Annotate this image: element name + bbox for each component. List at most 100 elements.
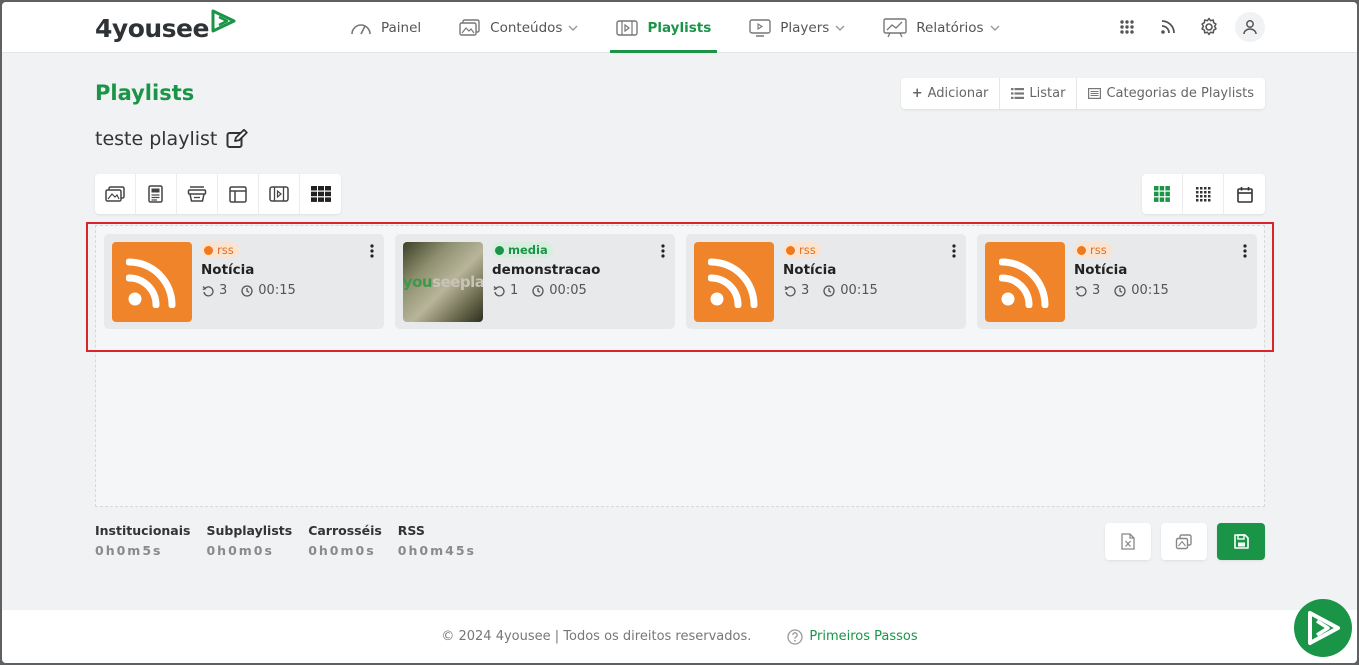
rss-icon xyxy=(708,258,758,308)
rss-thumbnail xyxy=(694,242,774,322)
duration-summary: Institucionais 0h0m5s Subplaylists 0h0m0… xyxy=(95,523,492,558)
category-icon xyxy=(1088,88,1102,99)
logo-play-icon xyxy=(1308,611,1340,645)
nav-item-label: Painel xyxy=(381,19,422,36)
item-title: Notícia xyxy=(783,262,837,278)
chevron-down-icon xyxy=(990,25,1000,31)
nav-item-players[interactable]: Players xyxy=(747,2,847,53)
nav-item-relatorios[interactable]: Relatórios xyxy=(881,2,1001,53)
nav-item-painel[interactable]: Painel xyxy=(348,2,423,53)
badge-dot xyxy=(495,245,504,255)
brand-name: 4yousee xyxy=(95,14,209,43)
repeat-value: 1 xyxy=(510,283,519,298)
add-carousel-button[interactable] xyxy=(177,174,218,214)
add-subplaylist-button[interactable] xyxy=(259,174,300,214)
type-badge: media xyxy=(492,242,553,258)
edit-icon[interactable] xyxy=(226,129,249,149)
add-widgets-button[interactable] xyxy=(300,174,341,214)
help-icon xyxy=(787,628,804,645)
summary-value: 0h0m0s xyxy=(206,543,274,558)
grid-small-icon xyxy=(1195,186,1210,201)
playlist-item-card[interactable]: rss Notícia 3 00:15 xyxy=(104,234,384,329)
type-badge: rss xyxy=(201,242,239,258)
chevron-down-icon xyxy=(835,25,845,31)
settings-button[interactable] xyxy=(1194,12,1224,42)
more-options-icon[interactable] xyxy=(952,244,956,258)
duplicate-button[interactable] xyxy=(1161,523,1207,560)
add-button-label: Adicionar xyxy=(927,86,989,101)
media-thumbnail-text: 4youseeplay xyxy=(403,273,483,291)
nav-right-icons xyxy=(1101,12,1265,42)
item-title: demonstracao xyxy=(492,262,601,278)
list-icon xyxy=(1011,88,1025,99)
playlist-name: teste playlist xyxy=(95,128,218,150)
summary-institucionais: Institucionais 0h0m5s xyxy=(95,523,190,558)
apps-grid-button[interactable] xyxy=(1112,12,1142,42)
rss-button[interactable] xyxy=(1153,12,1183,42)
plus-icon: + xyxy=(911,86,923,101)
nav-item-label: Relatórios xyxy=(916,19,984,36)
top-navbar: 4yousee Painel Conteúdos Playlists Playe… xyxy=(2,2,1357,53)
getting-started-link[interactable]: Primeiros Passos xyxy=(787,628,918,645)
duration: 00:05 xyxy=(532,283,587,298)
page-title: Playlists xyxy=(95,81,195,105)
duration: 00:15 xyxy=(1114,283,1169,298)
add-media-button[interactable] xyxy=(95,174,136,214)
list-button[interactable]: Listar xyxy=(1000,78,1078,109)
export-excel-button[interactable] xyxy=(1105,523,1151,560)
playlist-item-card[interactable]: rss Notícia 3 00:15 xyxy=(977,234,1257,329)
more-options-icon[interactable] xyxy=(370,244,374,258)
playlist-categories-button[interactable]: Categorias de Playlists xyxy=(1077,78,1265,109)
item-meta: 3 00:15 xyxy=(202,283,310,298)
user-avatar[interactable] xyxy=(1235,12,1265,42)
brand-logo[interactable]: 4yousee xyxy=(95,9,238,46)
duration-value: 00:15 xyxy=(258,283,296,298)
view-small-grid-button[interactable] xyxy=(1183,174,1224,214)
badge-dot xyxy=(1077,245,1086,255)
save-button[interactable] xyxy=(1217,523,1265,560)
playlist-item-card[interactable]: rss Notícia 3 00:15 xyxy=(686,234,966,329)
player-icon xyxy=(749,18,771,37)
rss-icon xyxy=(126,258,176,308)
chevron-down-icon xyxy=(568,25,578,31)
repeat-icon xyxy=(202,285,214,296)
nav-item-label: Conteúdos xyxy=(490,19,563,36)
playlist-item-card[interactable]: 4youseeplay media demonstracao 1 00:05 xyxy=(395,234,675,329)
add-button[interactable]: + Adicionar xyxy=(901,78,1001,109)
images-icon xyxy=(459,18,480,36)
repeat-value: 3 xyxy=(801,283,810,298)
summary-value: 0h0m45s xyxy=(397,543,476,558)
add-layout-button[interactable] xyxy=(218,174,259,214)
item-meta: 3 00:15 xyxy=(784,283,892,298)
playlist-icon xyxy=(616,19,639,36)
playlist-name-heading: teste playlist xyxy=(95,128,249,150)
nav-item-playlists[interactable]: Playlists xyxy=(610,2,718,53)
playlist-items: rss Notícia 3 00:15 4youseeplay media de… xyxy=(104,234,1257,329)
type-badge-label: rss xyxy=(217,243,234,257)
clock-icon xyxy=(532,284,544,297)
nav-item-label: Playlists xyxy=(647,19,712,36)
subplaylist-icon xyxy=(269,186,289,202)
apps-grid-icon xyxy=(1120,20,1134,34)
layout-icon xyxy=(229,185,247,203)
add-news-button[interactable] xyxy=(136,174,177,214)
assistant-fab[interactable] xyxy=(1294,599,1352,657)
more-options-icon[interactable] xyxy=(1243,244,1247,258)
duration: 00:15 xyxy=(241,283,296,298)
header-actions: + Adicionar Listar Categorias de Playlis… xyxy=(900,78,1265,109)
list-button-label: Listar xyxy=(1029,86,1066,101)
view-mode-toolbar xyxy=(1142,174,1265,214)
summary-rss: RSS 0h0m45s xyxy=(398,523,476,558)
repeat-count: 1 xyxy=(493,283,518,298)
nav-item-label: Players xyxy=(780,19,830,36)
nav-item-conteudos[interactable]: Conteúdos xyxy=(457,2,580,53)
playlist-categories-label: Categorias de Playlists xyxy=(1106,86,1254,101)
item-title: Notícia xyxy=(201,262,255,278)
calendar-icon xyxy=(1236,186,1253,203)
more-options-icon[interactable] xyxy=(661,244,665,258)
repeat-icon xyxy=(784,285,796,296)
view-large-grid-button[interactable] xyxy=(1142,174,1183,214)
duration-value: 00:05 xyxy=(549,283,587,298)
view-calendar-button[interactable] xyxy=(1224,174,1265,214)
item-title: Notícia xyxy=(1074,262,1128,278)
